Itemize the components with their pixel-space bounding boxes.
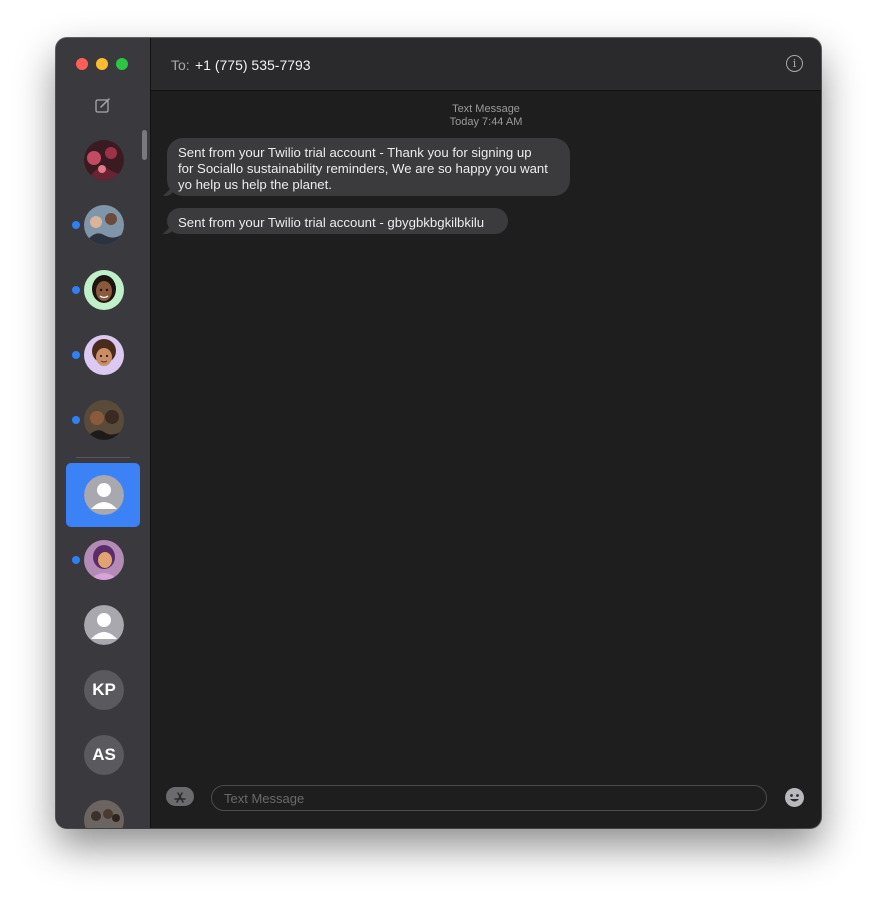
bubble-tail	[163, 222, 175, 234]
unread-indicator	[72, 221, 80, 229]
message-timestamp: Today 7:44 AM	[449, 116, 523, 128]
emoji-icon[interactable]	[785, 788, 804, 807]
recipient-field[interactable]: +1 (775) 535-7793	[195, 57, 311, 73]
conversation-item[interactable]	[66, 128, 140, 192]
pinned-separator	[76, 457, 130, 458]
messages-window: KP AS To: +1 (775) 535-7793 i Text Messa…	[56, 38, 821, 828]
conversation-item[interactable]	[66, 788, 140, 828]
conversation-header: To: +1 (775) 535-7793 i	[151, 38, 821, 91]
app-store-icon[interactable]	[166, 787, 194, 806]
conversation-item[interactable]	[66, 193, 140, 257]
conversation-item[interactable]	[66, 593, 140, 657]
bubble-tail	[163, 184, 175, 196]
illustrated-woman-icon	[84, 540, 124, 580]
minimize-window-button[interactable]	[96, 58, 108, 70]
message-text-line: Sent from your Twilio trial account - gb…	[178, 215, 485, 230]
zoom-window-button[interactable]	[116, 58, 128, 70]
memoji-curly-hair-icon	[84, 335, 124, 375]
initials-avatar: KP	[84, 670, 124, 710]
conversation-item[interactable]	[66, 323, 140, 387]
conversation-sidebar: KP AS	[56, 38, 151, 828]
info-icon[interactable]: i	[786, 55, 803, 72]
conversation-item[interactable]: AS	[66, 723, 140, 787]
conversation-item[interactable]	[66, 528, 140, 592]
message-service-label: Text Message	[452, 103, 520, 115]
person-placeholder-icon	[84, 475, 124, 515]
close-window-button[interactable]	[76, 58, 88, 70]
conversation-item-selected[interactable]	[66, 463, 140, 527]
person-placeholder-icon	[84, 605, 124, 645]
unread-indicator	[72, 416, 80, 424]
unread-indicator	[72, 286, 80, 294]
message-text-line: yo help us help the planet.	[178, 177, 332, 192]
photo-people-icon	[84, 205, 124, 245]
incoming-message-bubble[interactable]: Sent from your Twilio trial account - gb…	[163, 208, 508, 234]
recipient-label: To:	[171, 57, 190, 73]
conversation-item[interactable]	[66, 388, 140, 452]
unread-indicator	[72, 556, 80, 564]
avatar-initials: AS	[92, 745, 116, 764]
photo-group-icon	[84, 140, 124, 180]
compose-icon[interactable]	[94, 96, 112, 114]
sidebar-scrollbar[interactable]	[142, 130, 147, 160]
memoji-woman-icon	[84, 270, 124, 310]
photo-couple-icon	[84, 400, 124, 440]
photo-group-icon	[84, 800, 124, 828]
incoming-message-bubble[interactable]: Sent from your Twilio trial account - Th…	[163, 138, 570, 196]
unread-indicator	[72, 351, 80, 359]
initials-avatar: AS	[84, 735, 124, 775]
avatar-initials: KP	[92, 680, 116, 699]
message-text-line: Sent from your Twilio trial account - Th…	[178, 145, 532, 160]
message-input[interactable]	[211, 785, 767, 811]
conversation-item[interactable]: KP	[66, 658, 140, 722]
conversation-item[interactable]	[66, 258, 140, 322]
message-text-line: for Sociallo sustainability reminders, W…	[178, 161, 548, 176]
